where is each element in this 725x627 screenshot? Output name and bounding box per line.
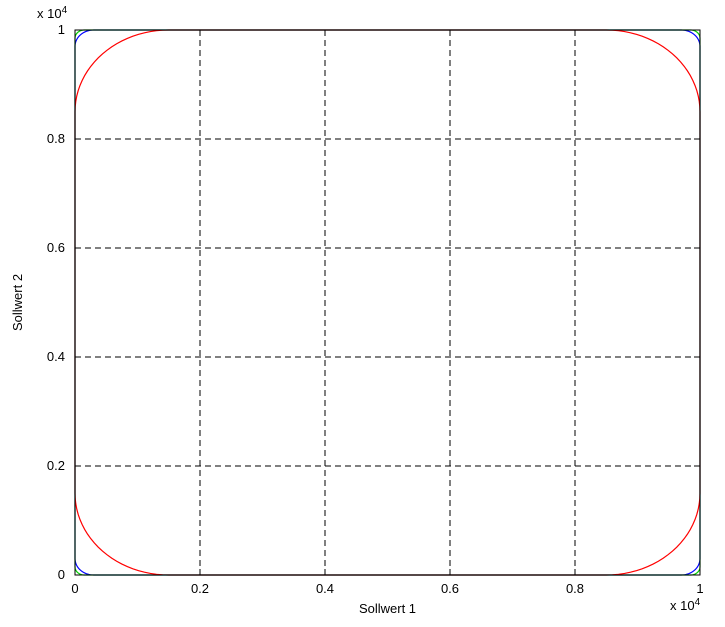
- xtick-label: 0.4: [316, 581, 334, 596]
- ytick-label: 0.4: [47, 349, 65, 364]
- axes-box: [75, 30, 700, 575]
- chart-svg: 0 0.2 0.4 0.6 0.8 1 0 0.2 0.4 0.6 0.8 1 Sollwert 1 So…: [0, 0, 725, 627]
- xtick-label: 1: [696, 581, 703, 596]
- ytick-label: 0.6: [47, 240, 65, 255]
- ytick-label: 1: [58, 22, 65, 37]
- series-red: [75, 30, 700, 575]
- xtick-label: 0.6: [441, 581, 459, 596]
- x-exponent-label: x 104: [670, 597, 701, 613]
- chart-container: 0 0.2 0.4 0.6 0.8 1 0 0.2 0.4 0.6 0.8 1 Sollwert 1 So…: [0, 0, 725, 627]
- xtick-label: 0: [71, 581, 78, 596]
- xtick-label: 0.8: [566, 581, 584, 596]
- ytick-label: 0.2: [47, 458, 65, 473]
- series-blue: [75, 30, 700, 575]
- ytick-label: 0.8: [47, 131, 65, 146]
- xtick-label: 0.2: [191, 581, 209, 596]
- series-green: [75, 30, 700, 575]
- x-axis-label: Sollwert 1: [359, 601, 416, 616]
- y-axis-label: Sollwert 2: [10, 274, 25, 331]
- y-exponent-label: x 104: [37, 5, 68, 21]
- ytick-label: 0: [58, 567, 65, 582]
